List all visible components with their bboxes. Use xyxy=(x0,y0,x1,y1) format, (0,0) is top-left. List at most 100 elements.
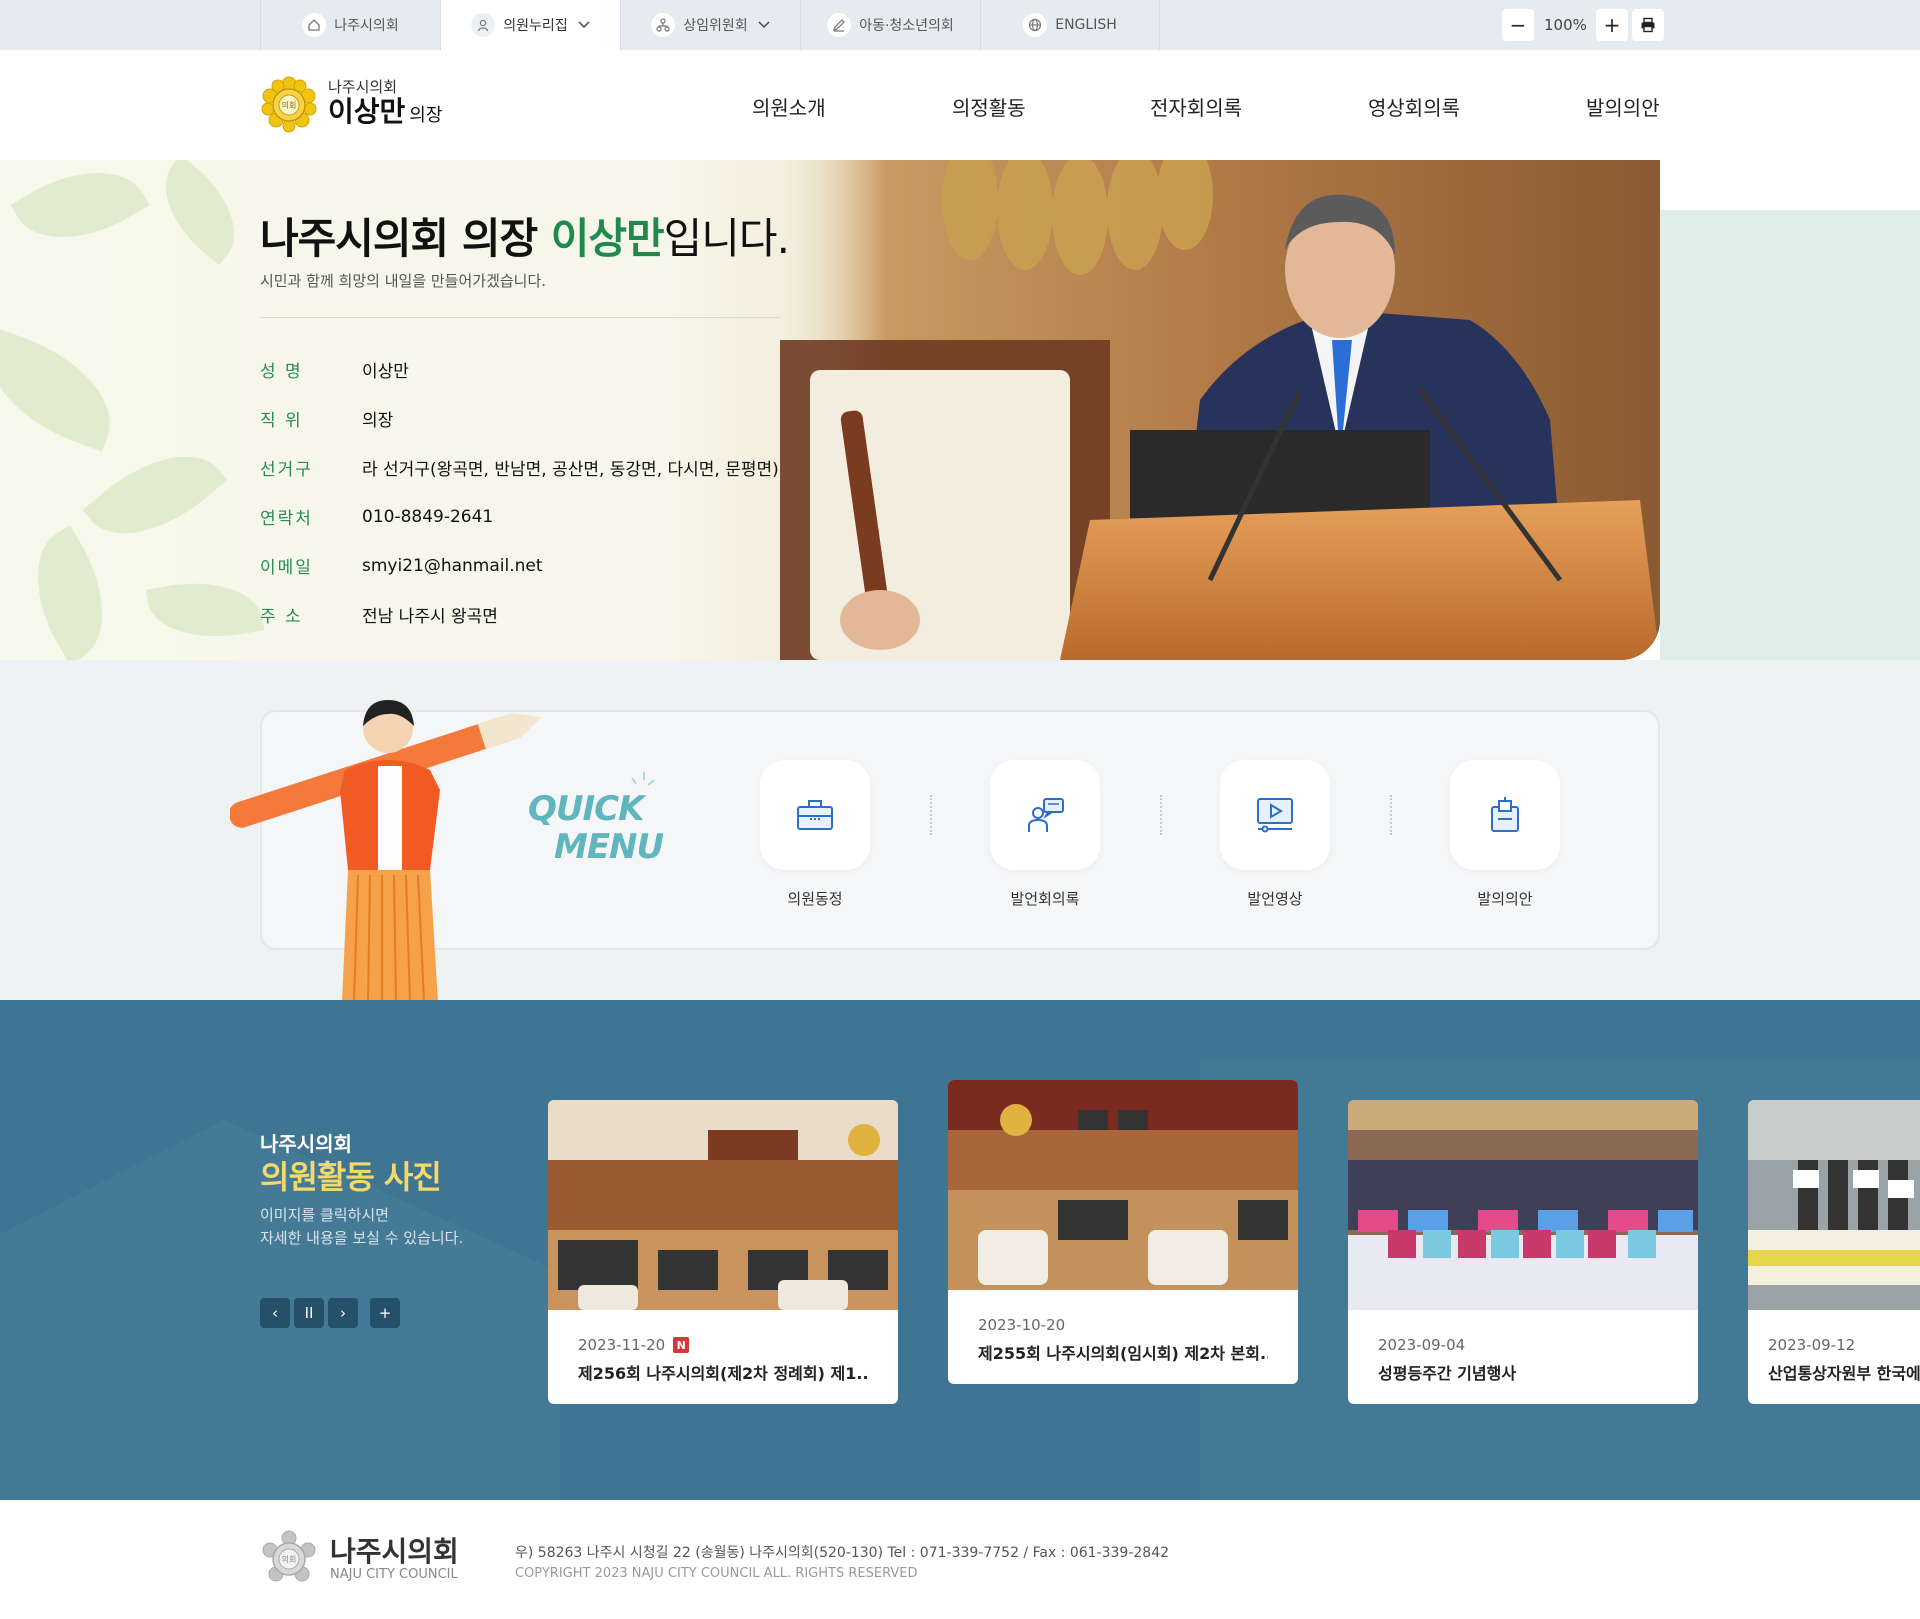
hero-section: 나주시의회 의장 이상만입니다. 시민과 함께 희망의 내일을 만들어가겠습니다… xyxy=(0,160,1660,660)
footer-logo-text: 나주시의회 NAJU CITY COUNCIL xyxy=(330,1534,459,1582)
slider-controls: ‹ II › + xyxy=(260,1298,400,1328)
slider-pause-button[interactable]: II xyxy=(294,1298,324,1328)
tab-council-home[interactable]: 나주시의회 xyxy=(260,0,440,50)
chair-portrait-photo xyxy=(780,160,1660,660)
hero-title-prefix: 나주시의회 의장 xyxy=(260,214,551,263)
quick-item-label: 의원동정 xyxy=(787,890,843,908)
photo-card-title: 성평등주간 기념행사 xyxy=(1378,1364,1517,1383)
footer-council-name: 나주시의회 xyxy=(330,1534,459,1568)
photo-card-title: 제255회 나주시의회(임시회) 제2차 본회... xyxy=(978,1344,1268,1363)
profile-value: 의장 xyxy=(362,411,394,431)
nav-minutes[interactable]: 전자회의록 xyxy=(1150,92,1368,121)
org-icon xyxy=(651,13,676,37)
photo-card-image xyxy=(548,1100,898,1310)
photo-card[interactable]: 2023-09-04 성평등주간 기념행사 xyxy=(1348,1100,1698,1404)
quick-title-line2: MENU xyxy=(554,827,664,867)
tab-english[interactable]: ENGLISH xyxy=(980,0,1160,50)
photo-card[interactable]: 2023-10-20 제255회 나주시의회(임시회) 제2차 본회... xyxy=(948,1080,1298,1384)
profile-row-district: 선거구 라 선거구(왕곡면, 반남면, 공산면, 동강면, 다시면, 문평면) xyxy=(260,443,779,492)
svg-text:의회: 의회 xyxy=(282,100,297,110)
photo-card-title: 제256회 나주시의회(제2차 정례회) 제1... xyxy=(578,1364,868,1383)
profile-row-address: 주 소 전남 나주시 왕곡면 xyxy=(260,590,779,639)
quick-item-box xyxy=(1450,760,1560,870)
profile-row-email: 이메일 smyi21@hanmail.net xyxy=(260,541,779,590)
profile-value: 전남 나주시 왕곡면 xyxy=(362,607,498,627)
slider-prev-button[interactable]: ‹ xyxy=(260,1298,290,1328)
council-emblem-icon: 의회 xyxy=(261,76,317,133)
quick-item-member-news[interactable]: 의원동정 xyxy=(760,760,870,909)
quick-item-speech-video[interactable]: 발언영상 xyxy=(1220,760,1330,909)
hero-title: 나주시의회 의장 이상만입니다. xyxy=(260,205,790,266)
tab-label: ENGLISH xyxy=(1055,17,1117,33)
photo-card-date-row: 2023-09-04 xyxy=(1378,1336,1668,1354)
logo-text: 나주시의회 이상만 의장 xyxy=(328,78,442,132)
tab-standing-committee[interactable]: 상임위원회 xyxy=(620,0,800,50)
nav-activities[interactable]: 의정활동 xyxy=(952,92,1150,121)
profile-row-name: 성 명 이상만 xyxy=(260,345,779,394)
footer-copyright: COPYRIGHT 2023 NAJU CITY COUNCIL ALL. RI… xyxy=(515,1566,918,1581)
nav-member-intro[interactable]: 의원소개 xyxy=(752,92,952,121)
photo-card-date-row: 2023-11-20 N xyxy=(578,1336,868,1354)
print-button[interactable] xyxy=(1632,9,1664,41)
nav-bills[interactable]: 발의의안 xyxy=(1586,92,1676,121)
chair-name: 이상만 xyxy=(328,95,406,128)
quick-item-box xyxy=(1220,760,1330,870)
footer-logo: 의회 나주시의회 NAJU CITY COUNCIL xyxy=(260,1530,459,1588)
photo-card-image xyxy=(1348,1100,1698,1310)
photo-card-image xyxy=(1748,1100,1920,1310)
pen-icon xyxy=(827,13,852,37)
photo-card-date: 2023-10-20 xyxy=(978,1316,1066,1334)
document-icon xyxy=(1491,797,1519,832)
profile-key: 이메일 xyxy=(260,558,313,578)
quick-item-label: 발언영상 xyxy=(1247,890,1303,908)
photo-card[interactable]: 2023-11-20 N 제256회 나주시의회(제2차 정례회) 제1... xyxy=(548,1100,898,1404)
tab-label: 의원누리집 xyxy=(503,18,568,34)
svg-text:의회: 의회 xyxy=(282,1554,297,1564)
profile-key: 성 명 xyxy=(260,362,303,382)
tab-label: 나주시의회 xyxy=(334,18,399,34)
photo-card-date: 2023-09-04 xyxy=(1378,1336,1466,1354)
top-utility-bar: 나주시의회 의원누리집 상임위원회 아동·청소년의회 ENGLISH − 100… xyxy=(0,0,1920,50)
footer-council-name-en: NAJU CITY COUNCIL xyxy=(330,1566,458,1582)
nav-video-minutes[interactable]: 영상회의록 xyxy=(1368,92,1586,121)
quick-item-label: 발의의안 xyxy=(1477,890,1533,908)
profile-value: 라 선거구(왕곡면, 반남면, 공산면, 동강면, 다시면, 문평면) xyxy=(362,460,779,480)
profile-key: 연락처 xyxy=(260,509,313,529)
photo-card-date-row: 2023-10-20 xyxy=(978,1316,1268,1334)
zoom-level: 100% xyxy=(1544,16,1587,34)
tab-member-home[interactable]: 의원누리집 xyxy=(440,0,620,50)
main-navigation: 의원소개 의정활동 전자회의록 영상회의록 발의의안 xyxy=(752,92,1676,121)
slider-next-button[interactable]: › xyxy=(328,1298,358,1328)
site-footer: 의회 나주시의회 NAJU CITY COUNCIL 우) 58263 나주시 … xyxy=(0,1500,1920,1619)
home-icon xyxy=(302,13,327,37)
quick-item-speech-minutes[interactable]: 발언회의록 xyxy=(990,760,1100,909)
hero-title-name: 이상만 xyxy=(550,214,665,263)
photo-card-title: 산업통상자원부 한국에 xyxy=(1768,1364,1920,1383)
site-logo[interactable]: 의회 나주시의회 이상만 의장 xyxy=(260,76,442,134)
photo-card-date: 2023-09-12 xyxy=(1768,1336,1856,1354)
photo-card[interactable]: 2023-09-12 산업통상자원부 한국에 xyxy=(1748,1100,1920,1404)
sparkle-icon xyxy=(631,772,655,786)
hero-divider xyxy=(260,317,780,318)
footer-address: 우) 58263 나주시 시청길 22 (송월동) 나주시의회(520-130)… xyxy=(515,1545,1170,1561)
zoom-out-button[interactable]: − xyxy=(1502,9,1534,41)
globe-icon xyxy=(1023,13,1048,37)
tab-youth-council[interactable]: 아동·청소년의회 xyxy=(800,0,980,50)
zoom-in-button[interactable]: + xyxy=(1596,9,1628,41)
hero-subtitle: 시민과 함께 희망의 내일을 만들어가겠습니다. xyxy=(260,272,547,290)
chevron-down-icon xyxy=(578,17,590,33)
profile-info-list: 성 명 이상만 직 위 의장 선거구 라 선거구(왕곡면, 반남면, 공산면, 동강면… xyxy=(260,345,779,639)
quick-item-label: 발언회의록 xyxy=(1010,890,1080,908)
photo-card-body: 2023-11-20 N 제256회 나주시의회(제2차 정례회) 제1... xyxy=(548,1314,898,1404)
chevron-down-icon xyxy=(758,17,770,33)
person-icon xyxy=(471,13,496,37)
more-photos-button[interactable]: + xyxy=(370,1298,400,1328)
logo-council-name: 나주시의회 xyxy=(328,78,398,96)
speech-icon xyxy=(1028,798,1064,832)
profile-key: 주 소 xyxy=(260,607,303,627)
profile-value: smyi21@hanmail.net xyxy=(362,555,543,576)
profile-row-position: 직 위 의장 xyxy=(260,394,779,443)
photos-title: 의원활동 사진 xyxy=(260,1158,442,1196)
quick-separator xyxy=(930,795,932,835)
quick-item-bills[interactable]: 발의의안 xyxy=(1450,760,1560,909)
